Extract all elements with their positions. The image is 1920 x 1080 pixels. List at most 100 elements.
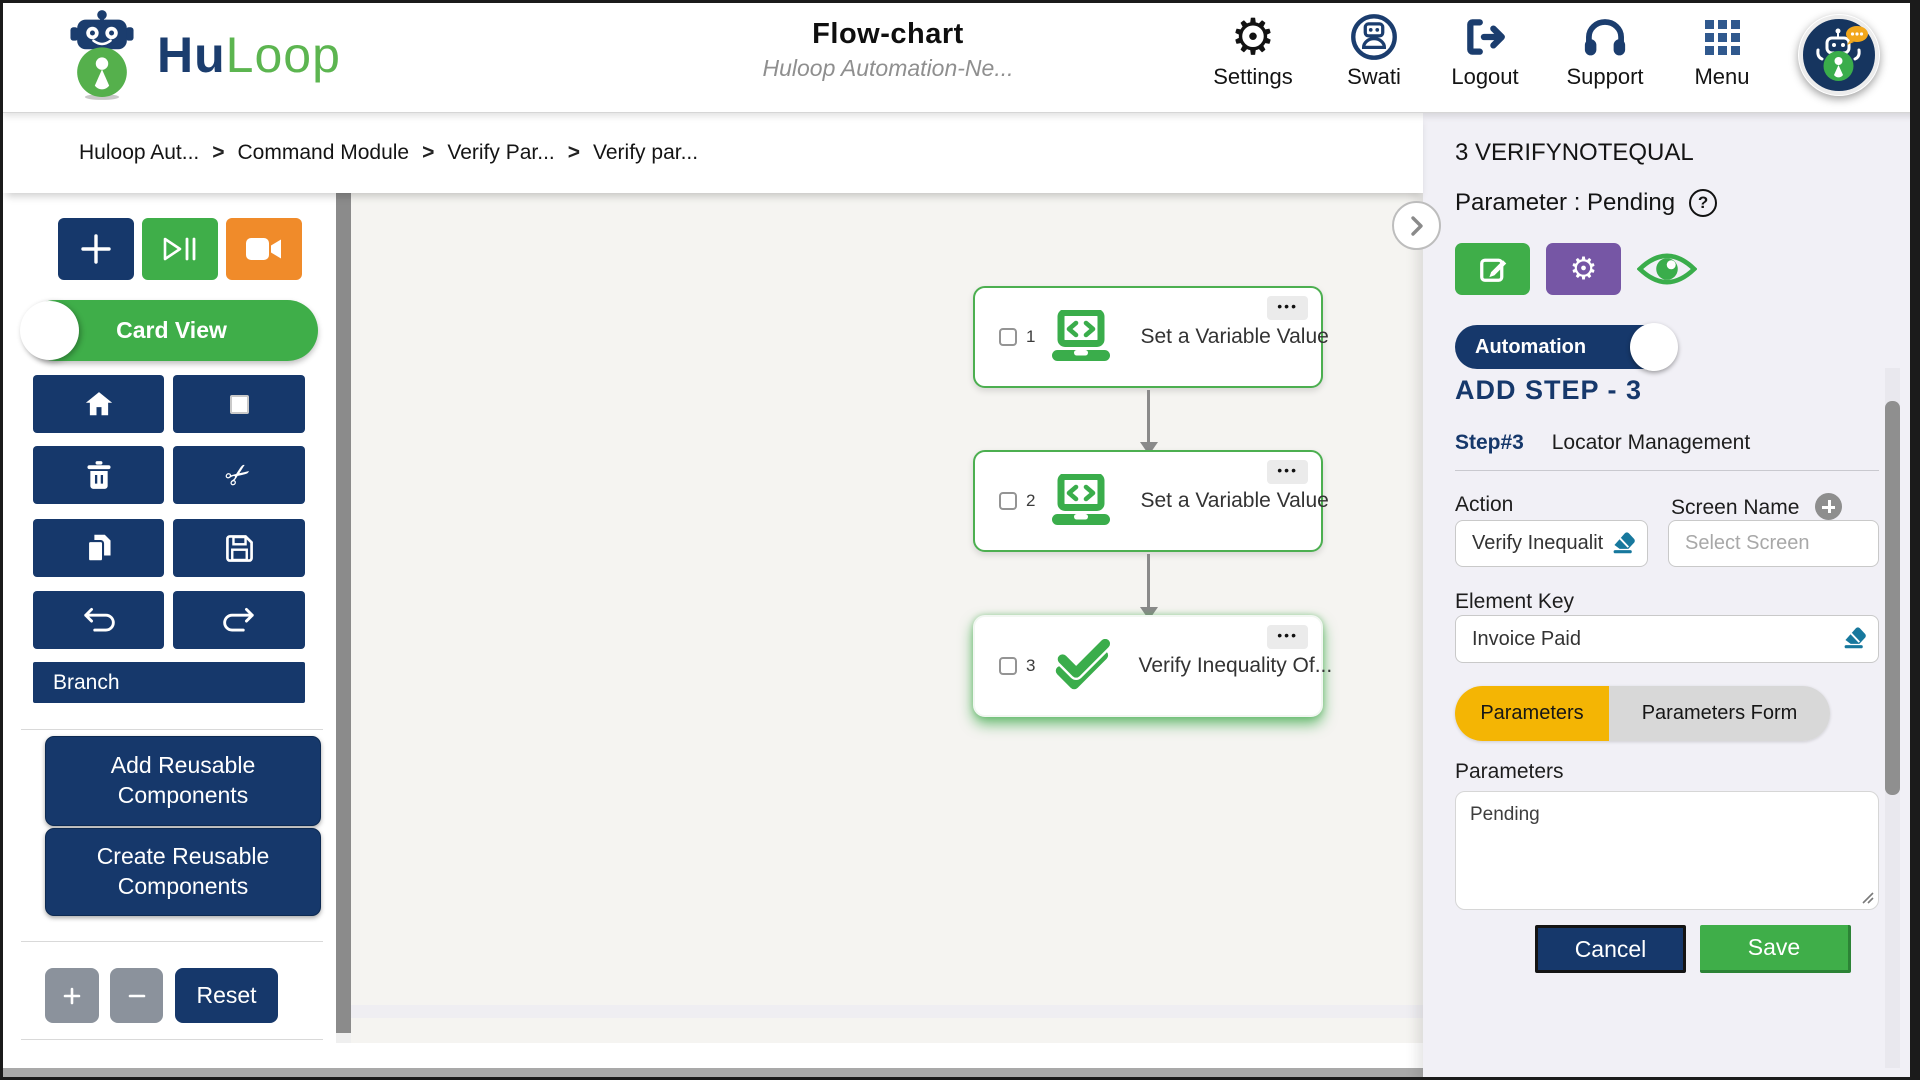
home-button[interactable] [33,375,164,433]
horizontal-scrollbar[interactable] [3,1068,1423,1077]
flow-arrow [1139,554,1158,620]
parameter-line: Parameter : Pending ? [1455,189,1718,217]
flow-arrow [1139,390,1158,455]
node-2-checkbox[interactable] [999,492,1017,510]
screen-name-input[interactable] [1668,520,1879,567]
node-2-number: 2 [1026,491,1036,510]
node-1-menu-button[interactable]: ••• [1267,296,1308,320]
flow-canvas: 1 Set a Variable Value ••• 2 Set a Varia… [351,193,1423,1043]
node-3-checkbox[interactable] [999,657,1017,675]
branch-palette-item[interactable]: Branch [33,662,305,703]
play-pause-icon [163,237,196,261]
screen-name-text: Screen Name [1671,496,1800,519]
plus-icon [63,987,81,1004]
element-key-input[interactable] [1455,615,1879,663]
breadcrumb-item-command-module[interactable]: Command Module [238,141,410,165]
nav-logout-label: Logout [1451,64,1519,89]
eraser-icon[interactable] [1610,528,1638,559]
window-edge [1910,3,1917,1077]
add-reusable-label: Add Reusable Components [110,752,256,808]
parameters-textarea[interactable]: Pending [1455,791,1879,910]
reset-zoom-button[interactable]: Reset [175,968,278,1023]
breadcrumb-item-module[interactable]: Huloop Aut... [79,141,199,165]
sidebar-scrollbar[interactable] [336,193,351,1043]
record-button[interactable] [226,218,302,280]
toggle-knob [1630,323,1678,371]
minus-icon [128,994,145,997]
redo-button[interactable] [173,591,305,649]
avatar[interactable] [1798,14,1880,96]
stop-button[interactable] [173,375,305,433]
eye-icon [1637,253,1697,285]
breadcrumb-item-verify-current[interactable]: Verify par... [593,141,698,165]
panel-scrollbar[interactable] [1885,368,1900,1068]
double-check-icon [1049,639,1112,693]
nav-support[interactable]: Support [1553,11,1657,90]
reset-label: Reset [196,982,257,1008]
parameters-label: Parameters [1455,760,1564,783]
automation-toggle[interactable]: Automation [1455,323,1678,371]
plus-icon [81,234,111,264]
flow-node-2[interactable]: 2 Set a Variable Value ••• [973,450,1329,552]
redo-icon [223,607,254,632]
card-view-toggle[interactable]: Card View [20,300,318,361]
breadcrumb-item-verify-parent[interactable]: Verify Par... [447,141,554,165]
add-screen-icon[interactable] [1815,493,1843,520]
delete-button[interactable] [33,446,164,504]
stop-icon [229,394,249,414]
chevron-right-icon [1410,215,1423,236]
step-settings-button[interactable]: ⚙ [1546,243,1621,295]
brand-text: HuLoop [157,26,341,84]
nav-settings[interactable]: ⚙ Settings [1207,11,1299,90]
nav-menu[interactable]: Menu [1681,11,1763,90]
node-3-menu-button[interactable]: ••• [1267,625,1308,649]
toolbar-sidebar: Card View ✂ Branch Add Reusable Componen… [3,193,351,1043]
tab-parameters[interactable]: Parameters [1455,686,1609,741]
node-2-label: Set a Variable Value [1140,489,1329,512]
automation-toggle-label: Automation [1475,335,1587,358]
edit-step-button[interactable] [1455,243,1530,295]
zoom-in-button[interactable] [45,968,99,1023]
sidebar-scrollbar-thumb[interactable] [336,193,351,1033]
breadcrumb: Huloop Aut... > Command Module > Verify … [3,113,1423,193]
tab-parameters-form[interactable]: Parameters Form [1609,686,1830,741]
node-2-menu-button[interactable]: ••• [1267,460,1308,484]
headset-icon [1584,19,1626,56]
panel-footer-actions: Cancel Save [1535,925,1851,973]
chevron-right-icon: > [567,141,581,164]
nav-logout[interactable]: Logout [1439,11,1531,90]
title-block: Flow-chart Huloop Automation-Ne... [762,18,1013,82]
brand-hu: Hu [157,27,226,83]
nav-user[interactable]: Swati [1333,11,1415,90]
save-flow-button[interactable] [173,519,305,577]
eraser-icon[interactable] [1841,624,1869,655]
help-icon[interactable]: ? [1689,189,1718,217]
node-1-checkbox[interactable] [999,328,1017,346]
scissors-icon: ✂ [218,453,260,497]
undo-button[interactable] [33,591,164,649]
create-reusable-components-button[interactable]: Create Reusable Components [45,828,321,916]
add-reusable-components-button[interactable]: Add Reusable Components [45,736,321,826]
copy-button[interactable] [33,519,164,577]
add-step-button[interactable] [58,218,134,280]
cancel-button[interactable]: Cancel [1535,925,1686,973]
add-step-title: ADD STEP - 3 [1455,375,1643,405]
copy-icon [86,534,111,563]
screen-name-label: Screen Name [1671,493,1843,520]
run-pause-button[interactable] [142,218,218,280]
cut-button[interactable]: ✂ [173,446,305,504]
laptop-code-icon [1049,474,1113,528]
step-properties-panel: 3 VERIFYNOTEQUAL Parameter : Pending ? ⚙ [1423,113,1910,1077]
create-reusable-label: Create Reusable Components [96,843,270,899]
zoom-out-button[interactable] [110,968,163,1023]
element-key-wrap [1455,615,1879,663]
panel-scrollbar-thumb[interactable] [1885,401,1900,795]
header: HuLoop Flow-chart Huloop Automation-Ne..… [3,3,1917,113]
flow-node-1[interactable]: 1 Set a Variable Value ••• [973,286,1329,388]
panel-collapse-button[interactable] [1392,201,1441,250]
panel-heading: 3 VERIFYNOTEQUAL [1455,139,1694,166]
flow-node-3[interactable]: 3 Verify Inequality Of... ••• [973,615,1332,717]
node-3-label: Verify Inequality Of... [1138,654,1333,677]
save-button[interactable]: Save [1700,925,1851,973]
preview-button[interactable] [1637,249,1697,289]
